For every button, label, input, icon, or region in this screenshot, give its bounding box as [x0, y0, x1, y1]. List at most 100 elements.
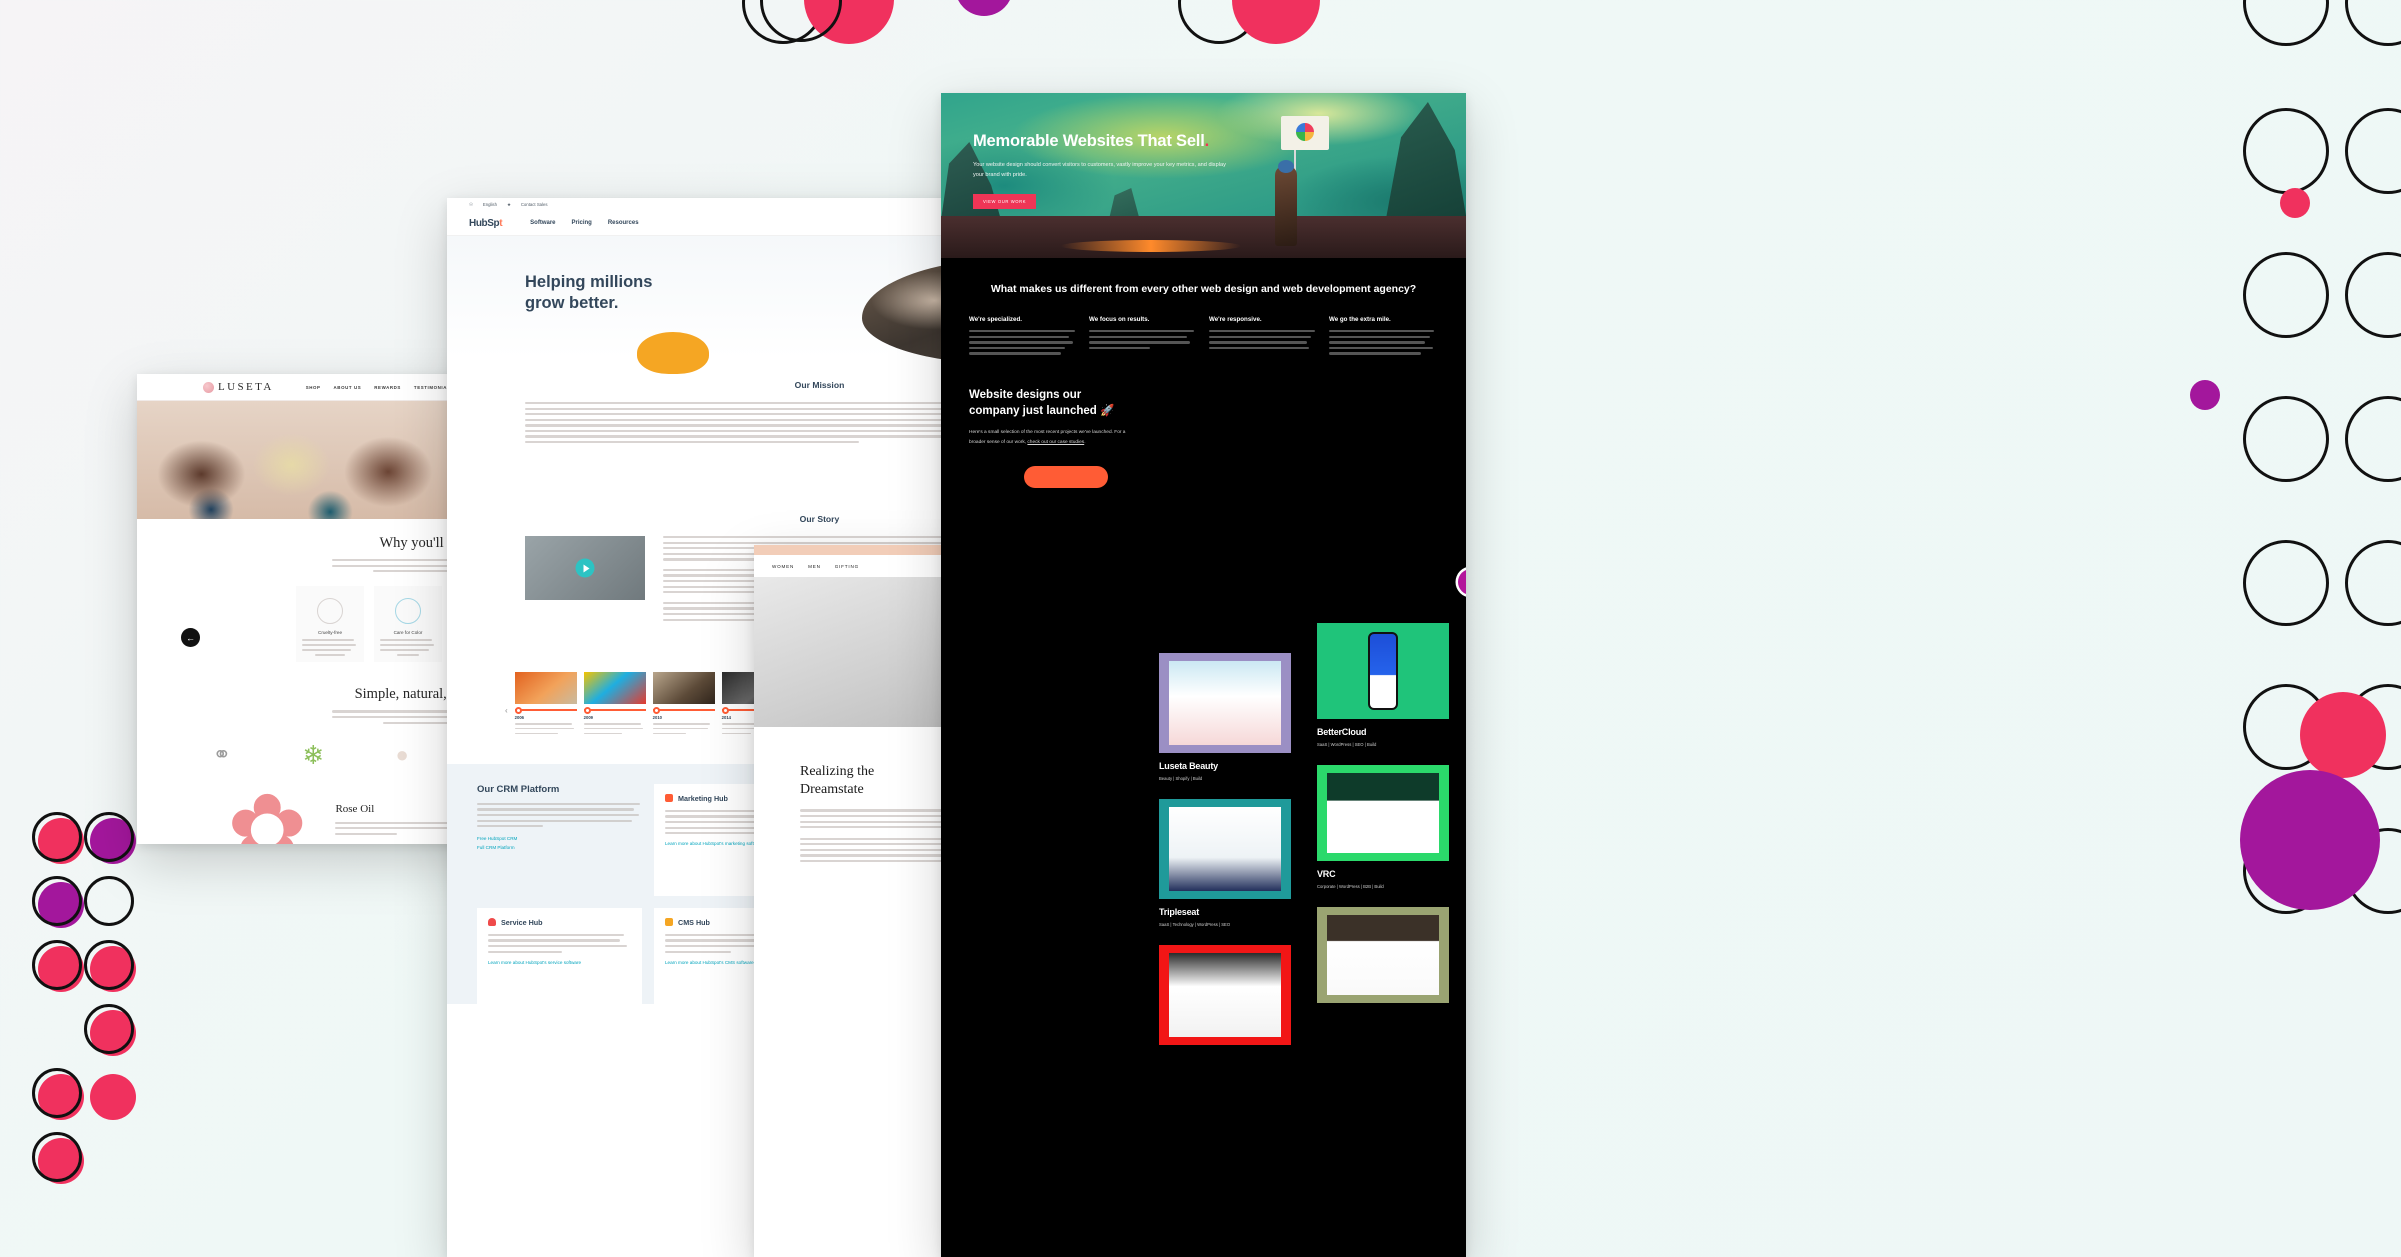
hubspot-nav-software[interactable]: Software — [530, 220, 555, 226]
hubspot-crm-card-link[interactable]: Learn more about HubSpot's service softw… — [488, 959, 631, 968]
huemor-explorer-helmet — [1278, 160, 1294, 173]
hubspot-nav-items[interactable]: Software Pricing Resources — [530, 220, 638, 226]
luseta-card[interactable]: Cruelty-free — [296, 586, 364, 663]
decoration-ring — [84, 1004, 134, 1054]
huemor-project-card[interactable]: BetterCloud SaaS | WordPress | SEO | Bui… — [1317, 623, 1449, 747]
decoration-ring — [32, 876, 82, 926]
decoration-ring — [2243, 396, 2329, 482]
huemor-launch-heading: Website designs our company just launche… — [969, 388, 1119, 419]
hubspot-language[interactable]: English — [483, 202, 497, 207]
decoration-dot — [38, 818, 84, 864]
huemor-diff-column: We're specialized. — [969, 316, 1078, 358]
decoration-ring — [32, 812, 82, 862]
decoration-ring — [2243, 540, 2329, 626]
huemor-project-card[interactable] — [1159, 945, 1291, 1045]
huemor-diff-title: We're responsive. — [1209, 316, 1262, 324]
huemor-project-name: VRC — [1317, 869, 1336, 879]
huemor-hero-cta[interactable]: VIEW OUR WORK — [973, 193, 1037, 209]
hubspot-history-prev[interactable]: ‹ — [505, 706, 508, 715]
hemp-icon: ❄ — [302, 739, 325, 770]
hubspot-history-year: 2006 — [514, 715, 524, 721]
huemor-project-meta: Beauty | Shopify | Build — [1159, 776, 1203, 781]
cruelty-free-icon — [317, 598, 343, 625]
decoration-dot — [2280, 188, 2310, 218]
huemor-case-studies-link[interactable]: check out our case studies — [1027, 440, 1084, 445]
decoration-dot — [804, 0, 894, 44]
huemor-hero-lava — [1061, 240, 1241, 252]
hubspot-crm-card[interactable]: Service Hub Learn more about HubSpot's s… — [477, 907, 642, 1020]
hubspot-nav-pricing[interactable]: Pricing — [572, 220, 592, 226]
decoration-ring — [2345, 684, 2401, 770]
huemor-project-card[interactable]: Tripleseat SaaS | Technology | WordPress… — [1159, 799, 1291, 927]
hubspot-contact-sales[interactable]: Contact Sales — [521, 202, 548, 207]
hubspot-crm-link-full[interactable]: Full CRM Platform — [477, 844, 642, 853]
luseta-brand: LUSETA — [218, 381, 274, 393]
decoration-ring — [742, 0, 824, 44]
decoration-ring — [2345, 540, 2401, 626]
luseta-carousel-prev[interactable]: ← — [181, 628, 200, 648]
decoration-ring — [2345, 252, 2401, 338]
cms-icon — [665, 918, 673, 927]
lunya-nav-left[interactable]: WOMEN MEN GIFTING — [772, 564, 859, 569]
lunya-nav-women[interactable]: WOMEN — [772, 564, 794, 569]
luseta-card[interactable]: Care for Color — [374, 586, 442, 663]
hubspot-nav-resources[interactable]: Resources — [608, 220, 639, 226]
huemor-project-name: BetterCloud — [1317, 727, 1367, 737]
huemor-project-thumbnail — [1159, 799, 1291, 899]
huemor-project-meta: SaaS | WordPress | SEO | Build — [1317, 742, 1377, 747]
hubspot-history-item[interactable]: 2009 — [583, 672, 646, 738]
luseta-nav-about[interactable]: ABOUT US — [334, 385, 362, 390]
huemor-project-card[interactable] — [1317, 907, 1449, 1003]
huemor-project-card[interactable]: VRC Corporate | WordPress | B2B | Build — [1317, 765, 1449, 889]
huemor-project-thumbnail — [1317, 623, 1449, 719]
decoration-dot — [2240, 770, 2380, 910]
chat-bubble-icon[interactable] — [1458, 569, 1466, 595]
luseta-nav-shop[interactable]: SHOP — [306, 385, 321, 390]
huemor-project-name: Luseta Beauty — [1159, 761, 1218, 771]
huemor-project-meta: Corporate | WordPress | B2B | Build — [1317, 884, 1384, 889]
hubspot-history-image — [652, 672, 715, 705]
lunya-nav-gifting[interactable]: GIFTING — [835, 564, 859, 569]
rocket-icon: 🚀 — [1100, 404, 1115, 417]
decoration-dot — [38, 1138, 84, 1184]
huemor-diff-title: We go the extra mile. — [1329, 316, 1391, 324]
huemor-project-name: Tripleseat — [1159, 907, 1200, 917]
decoration-ring — [2243, 108, 2329, 194]
huemor-project-card[interactable]: Luseta Beauty Beauty | Shopify | Build — [1159, 653, 1291, 781]
hubspot-history-image — [514, 672, 577, 705]
hubspot-signature-badge — [1024, 466, 1108, 488]
luseta-card-title: Care for Color — [393, 630, 423, 636]
huemor-hero: HUEMOR WORK ABOUT SERVICES EXPERTISE INS… — [941, 93, 1466, 258]
hubspot-crm-intro: Our CRM Platform Free HubSpot CRM Full C… — [477, 784, 642, 896]
decoration-ring — [84, 812, 134, 862]
huemor-launch-heading-text: Website designs our company just launche… — [969, 389, 1097, 417]
decoration-dot — [90, 946, 136, 992]
hubspot-story-video[interactable] — [525, 536, 645, 600]
hubspot-logo-accent: t — [499, 217, 503, 229]
decoration-ring — [2243, 828, 2329, 914]
luseta-logo[interactable]: LUSETA — [203, 381, 274, 393]
decoration-dot — [2300, 692, 2386, 778]
huemor-project-thumbnail — [1159, 945, 1291, 1045]
huemor-website-mock[interactable]: HUEMOR WORK ABOUT SERVICES EXPERTISE INS… — [941, 93, 1466, 1257]
huemor-launch-section: Website designs our company just launche… — [941, 358, 1466, 447]
huemor-diff-column: We're responsive. — [1209, 316, 1318, 358]
lunya-nav-men[interactable]: MEN — [808, 564, 821, 569]
hubspot-history-item[interactable]: 2006 — [514, 672, 577, 738]
hubspot-history-item[interactable]: 2010 — [652, 672, 715, 738]
decoration-ring — [1178, 0, 1260, 44]
person-icon: ★ — [506, 201, 511, 207]
hubspot-logo[interactable]: HubSpt — [469, 217, 503, 229]
luseta-hero-image — [137, 401, 460, 519]
play-icon[interactable] — [575, 558, 595, 578]
marketing-icon — [665, 794, 673, 803]
decoration-dot — [38, 946, 84, 992]
huemor-diff-heading: What makes us different from every other… — [990, 283, 1417, 295]
luseta-logo-icon — [203, 381, 214, 393]
color-care-icon — [395, 598, 421, 625]
hubspot-crm-link-free[interactable]: Free HubSpot CRM — [477, 835, 642, 844]
globe-icon: ☉ — [469, 201, 473, 207]
hubspot-hero-blob — [637, 332, 709, 374]
luseta-nav-rewards[interactable]: REWARDS — [374, 385, 401, 390]
huemor-project-thumbnail — [1159, 653, 1291, 753]
